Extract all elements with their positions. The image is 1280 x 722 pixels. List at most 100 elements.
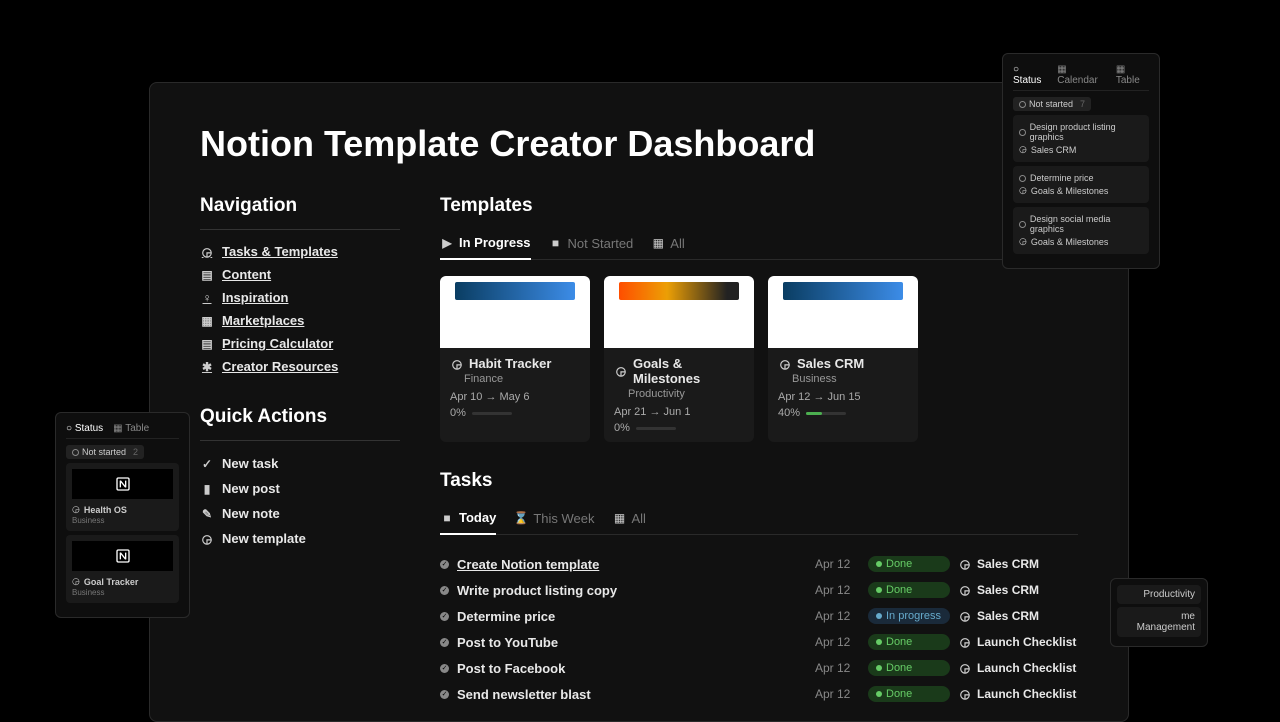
task-tab[interactable]: ■Today: [440, 504, 496, 535]
card-category: Finance: [464, 373, 580, 385]
tab-icon: ▦: [613, 511, 627, 525]
tab-label: Today: [459, 510, 496, 525]
card-category: Business: [792, 373, 908, 385]
task-project[interactable]: ◶Sales CRM: [958, 583, 1078, 597]
task-name: Determine price: [457, 609, 807, 624]
nav-item[interactable]: ◶Tasks & Templates: [200, 240, 400, 263]
tab-label: In Progress: [459, 235, 531, 250]
nav-icon: ▦: [200, 314, 214, 328]
popup-tab[interactable]: ▦ Calendar: [1057, 64, 1106, 86]
tab-icon: ■: [549, 236, 563, 250]
task-row[interactable]: ✓ Send newsletter blast Apr 12 Done ◶Lau…: [440, 681, 1078, 707]
template-card[interactable]: ◶Goals & Milestones Productivity Apr 21 …: [604, 276, 754, 442]
popup-card[interactable]: ◶Goal Tracker Business: [66, 535, 179, 603]
task-date: Apr 12: [815, 583, 860, 597]
card-pct: 0%: [614, 422, 630, 434]
task-row[interactable]: ✓ Write product listing copy Apr 12 Done…: [440, 577, 1078, 603]
status-pill: Done: [868, 660, 950, 676]
popup-thumb: [72, 541, 173, 571]
tab-label: All: [632, 511, 646, 526]
template-icon: ◶: [450, 357, 464, 371]
task-row[interactable]: ✓ Post to Facebook Apr 12 Done ◶Launch C…: [440, 655, 1078, 681]
popup-card[interactable]: ◶Health OS Business: [66, 463, 179, 531]
card-thumbnail: [604, 276, 754, 348]
project-icon: ◶: [958, 687, 972, 701]
check-icon[interactable]: ✓: [440, 612, 449, 621]
check-icon[interactable]: ✓: [440, 664, 449, 673]
task-date: Apr 12: [815, 635, 860, 649]
tab-icon: ▶: [440, 236, 454, 250]
quick-action[interactable]: ◶New template: [200, 526, 400, 551]
quick-action[interactable]: ✓New task: [200, 451, 400, 476]
popup-tab[interactable]: ○ Status: [66, 423, 103, 434]
nav-item[interactable]: ▤ Content: [200, 263, 400, 286]
task-project[interactable]: ◶Sales CRM: [958, 609, 1078, 623]
project-icon: ◶: [958, 661, 972, 675]
tab-icon: ⌛: [514, 511, 528, 525]
popup-tab[interactable]: ▦ Table: [1116, 64, 1149, 86]
task-date: Apr 12: [815, 661, 860, 675]
template-card[interactable]: ◶Habit Tracker Finance Apr 10 → May 6 0%: [440, 276, 590, 442]
check-icon[interactable]: ✓: [440, 638, 449, 647]
task-project[interactable]: ◶Launch Checklist: [958, 661, 1078, 675]
quick-action[interactable]: ✎New note: [200, 501, 400, 526]
card-thumbnail: [440, 276, 590, 348]
nav-item[interactable]: ✱ Creator Resources: [200, 355, 400, 378]
main-dashboard: Notion Template Creator Dashboard Naviga…: [149, 82, 1129, 722]
task-name: Send newsletter blast: [457, 687, 807, 702]
card-thumbnail: [768, 276, 918, 348]
check-icon[interactable]: ✓: [440, 586, 449, 595]
popup-item[interactable]: Design product listing graphics◶Sales CR…: [1013, 115, 1149, 162]
status-tag[interactable]: Not started7: [1013, 97, 1091, 111]
card-name: Habit Tracker: [469, 356, 551, 371]
popup-item[interactable]: Design social media graphics◶Goals & Mil…: [1013, 207, 1149, 254]
template-tab[interactable]: ▦ All: [651, 229, 684, 259]
card-date: Apr 21 → Jun 1: [614, 406, 744, 418]
check-icon[interactable]: ✓: [440, 560, 449, 569]
popup-row[interactable]: Productivity: [1117, 585, 1201, 604]
task-name: Post to Facebook: [457, 661, 807, 676]
template-tab[interactable]: ▶ In Progress: [440, 229, 531, 260]
popup-tab[interactable]: ▦ Table: [113, 423, 149, 434]
popup-left: ○ Status ▦ Table Not started2 ◶Health OS …: [55, 412, 190, 618]
task-row[interactable]: ✓ Create Notion template Apr 12 Done ◶Sa…: [440, 551, 1078, 577]
nav-icon: ♀: [200, 291, 214, 305]
qa-label: New post: [222, 481, 280, 496]
project-icon: ◶: [958, 557, 972, 571]
task-tab[interactable]: ⌛This Week: [514, 504, 594, 534]
tasks-heading: Tasks: [440, 470, 1078, 492]
qa-label: New note: [222, 506, 280, 521]
check-icon[interactable]: ✓: [440, 690, 449, 699]
task-row[interactable]: ✓ Determine price Apr 12 In progress ◶Sa…: [440, 603, 1078, 629]
tab-icon: ▦: [651, 236, 665, 250]
template-icon: ◶: [614, 364, 628, 378]
template-tab[interactable]: ■Not Started: [549, 229, 634, 259]
nav-item[interactable]: ▤ Pricing Calculator: [200, 332, 400, 355]
popup-row[interactable]: me Management: [1117, 607, 1201, 637]
nav-icon: ✱: [200, 360, 214, 374]
nav-label: Pricing Calculator: [222, 336, 333, 351]
card-date: Apr 10 → May 6: [450, 391, 580, 403]
task-project[interactable]: ◶Launch Checklist: [958, 635, 1078, 649]
task-tab[interactable]: ▦ All: [613, 504, 646, 534]
nav-item[interactable]: ▦Marketplaces: [200, 309, 400, 332]
templates-heading: Templates: [440, 195, 1078, 217]
nav-label: Content: [222, 267, 271, 282]
task-project[interactable]: ◶Launch Checklist: [958, 687, 1078, 701]
task-project[interactable]: ◶Sales CRM: [958, 557, 1078, 571]
task-row[interactable]: ✓ Post to YouTube Apr 12 Done ◶Launch Ch…: [440, 629, 1078, 655]
nav-label: Creator Resources: [222, 359, 338, 374]
nav-icon: ◶: [200, 245, 214, 259]
template-card[interactable]: ◶Sales CRM Business Apr 12 → Jun 15 40%: [768, 276, 918, 442]
nav-icon: ▤: [200, 337, 214, 351]
tab-label: All: [670, 236, 684, 251]
nav-item[interactable]: ♀Inspiration: [200, 286, 400, 309]
status-tag[interactable]: Not started2: [66, 445, 144, 459]
project-icon: ◶: [958, 609, 972, 623]
nav-icon: ▤: [200, 268, 214, 282]
popup-item[interactable]: Determine price◶Goals & Milestones: [1013, 166, 1149, 203]
qa-icon: ◶: [200, 532, 214, 546]
popup-tab[interactable]: ○ Status: [1013, 64, 1047, 86]
quick-action[interactable]: ▮New post: [200, 476, 400, 501]
card-date: Apr 12 → Jun 15: [778, 391, 908, 403]
